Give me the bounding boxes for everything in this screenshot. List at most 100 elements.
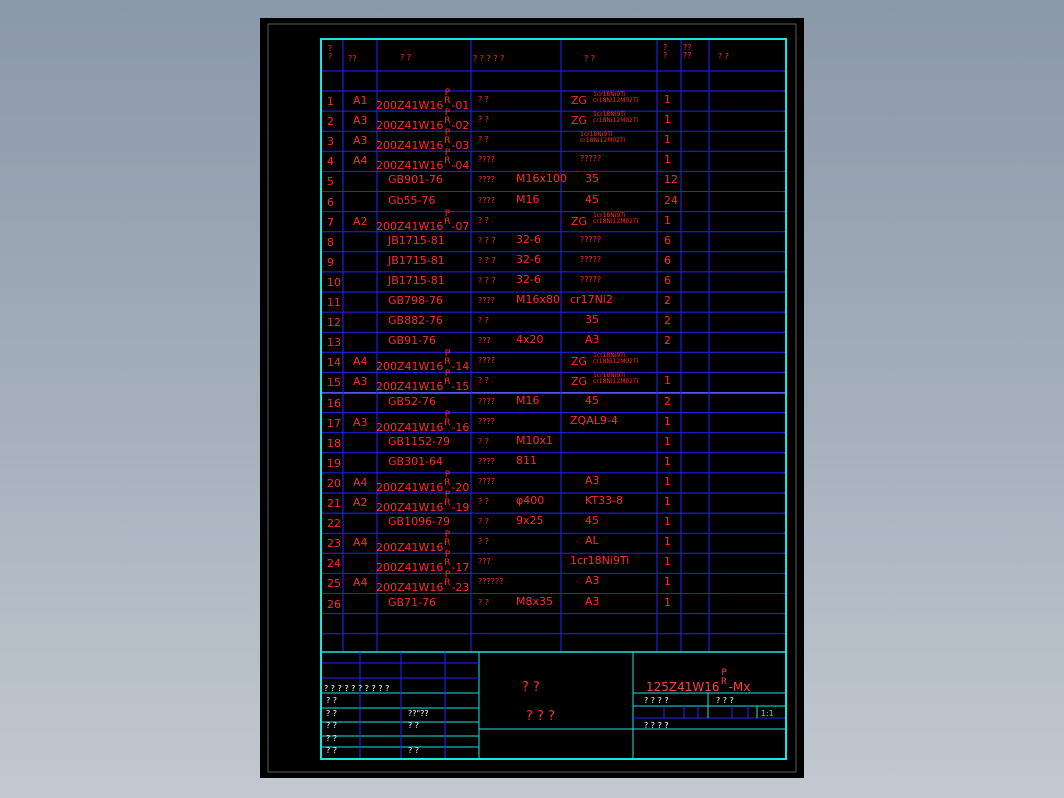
row-number: 5: [327, 175, 334, 189]
row-code-main: 200Z41W16: [376, 99, 444, 112]
row-name: ????: [478, 396, 495, 406]
row-qty: 1: [664, 454, 671, 468]
row-spec: 32-6: [516, 272, 541, 286]
row-name: ? ?: [478, 95, 490, 104]
row-size: A3: [353, 375, 368, 389]
row-name: ? ? ?: [478, 235, 496, 245]
row-code: 200Z41W16P R-07: [376, 209, 469, 232]
row-qty: 1: [664, 515, 671, 529]
row-code: GB901-76: [388, 173, 444, 187]
signature-label: ? ?: [326, 708, 338, 718]
row-number: 18: [327, 436, 341, 450]
drawing-sheet: ? ? ?? ? ? ? ? ? ? ? ? ? ? ? ?? ?? ? ? 1…: [260, 18, 804, 778]
row-number: 24: [327, 557, 341, 571]
bottom-labels: ? ? ? ?: [644, 721, 669, 730]
row-spec: 4x20: [516, 333, 544, 347]
row-material: A3: [585, 473, 600, 487]
row-code-main: 200Z41W16: [376, 119, 444, 133]
row-name: ? ?: [478, 316, 490, 326]
row-size: A3: [353, 134, 368, 148]
row-size: A4: [353, 355, 368, 369]
row-number: 25: [327, 577, 341, 591]
attr-header-left: ? ? ? ?: [644, 696, 669, 705]
row-code-sub: P R: [444, 128, 451, 147]
row-code: 200Z41W16P R-14: [376, 350, 469, 374]
row-size: A4: [353, 536, 368, 550]
header-name: ? ? ? ? ?: [473, 54, 505, 63]
row-code: GB882-76: [388, 314, 444, 328]
row-spec: 32-6: [516, 232, 541, 246]
row-code: GB798-76: [388, 294, 444, 307]
header-col7: ?? ??: [683, 43, 692, 60]
row-name: ? ?: [478, 215, 490, 225]
row-number: 14: [327, 356, 341, 370]
header-material: ? ?: [584, 54, 596, 63]
row-code-main: 200Z41W16: [376, 501, 444, 514]
row-material: 45: [585, 192, 599, 206]
row-name: ??????: [478, 577, 504, 587]
row-number: 6: [327, 195, 334, 209]
row-code: 200Z41W16P R-02: [376, 109, 469, 133]
row-qty: 6: [664, 253, 671, 267]
row-code: 200Z41W16P R-20: [376, 470, 469, 494]
row-qty: 1: [664, 555, 671, 569]
row-code: 200Z41W16P R-03: [376, 129, 469, 153]
signature-value: ? ?: [408, 746, 420, 755]
row-name: ????: [478, 296, 495, 305]
row-material: ZQAL9-4: [570, 413, 618, 427]
row-code-main: 200Z41W16: [376, 480, 444, 494]
row-number: 22: [327, 517, 341, 531]
row-size: A3: [353, 415, 368, 429]
row-code-main: 200Z41W16: [376, 360, 444, 374]
row-code-sub: P R: [444, 349, 451, 368]
row-number: 23: [327, 537, 341, 551]
row-code-sub: P R: [444, 148, 451, 167]
row-number: 19: [327, 456, 341, 470]
row-code: JB1715-81: [388, 273, 445, 287]
row-spec: φ400: [516, 494, 545, 507]
row-qty: 1: [664, 595, 671, 609]
row-material-grade: 1cr18Ni9Ti cr18Ni12M02Ti: [580, 131, 626, 145]
row-spec: M10x1: [516, 433, 553, 447]
row-code-main: 200Z41W16: [376, 541, 444, 555]
row-spec: M8x35: [516, 594, 553, 608]
header-size: ??: [348, 54, 357, 63]
signature-value: ??"??: [408, 708, 429, 718]
row-material-grade: 1cr18Ni9Ti cr18Ni12M02Ti: [593, 372, 639, 386]
row-spec: M16x100: [516, 172, 567, 186]
row-code: 200Z41W16P R-17: [376, 551, 470, 575]
header-qty: ? ?: [663, 43, 668, 60]
row-name: ? ?: [478, 376, 490, 386]
signature-label: ? ?: [326, 696, 338, 705]
signature-label: ? ?: [326, 721, 338, 730]
row-code: 200Z41W16P R-04: [376, 149, 469, 172]
row-size: A3: [353, 114, 368, 128]
row-code: GB1152-79: [388, 434, 451, 448]
row-code-sub: P R: [444, 409, 451, 428]
row-code-suffix: -23: [451, 581, 470, 595]
row-material: A3: [585, 574, 600, 588]
row-code-main: 200Z41W16: [376, 139, 444, 153]
row-code-suffix: -15: [451, 380, 470, 394]
row-material-grade: 1cr18Ni9Ti cr18Ni12M02Ti: [593, 211, 639, 225]
row-code: 200Z41W16P R-23: [376, 571, 470, 595]
row-name: ????: [478, 416, 495, 426]
row-code-sub: P R: [444, 570, 451, 589]
row-material-grade: 1cr18Ni9Ti cr18Ni12M02Ti: [593, 111, 639, 125]
scale-value: 1:1: [761, 709, 774, 718]
row-name: ? ? ?: [478, 255, 496, 265]
row-material: A3: [585, 333, 600, 347]
row-qty: 6: [664, 233, 671, 247]
row-qty: 1: [664, 474, 671, 488]
row-qty: 1: [664, 495, 671, 508]
row-name: ? ? ?: [478, 275, 496, 285]
row-code-sub: P R: [444, 108, 451, 127]
row-name: ? ?: [478, 537, 490, 547]
row-code-suffix: -17: [451, 561, 470, 575]
row-code: 200Z41W16P R-01: [376, 89, 469, 112]
row-name: ????: [478, 175, 495, 185]
signature-label: ? ?: [326, 733, 338, 743]
row-material: KT33-8: [585, 494, 624, 507]
row-name: ? ?: [478, 597, 490, 607]
row-name: ? ?: [478, 517, 490, 527]
